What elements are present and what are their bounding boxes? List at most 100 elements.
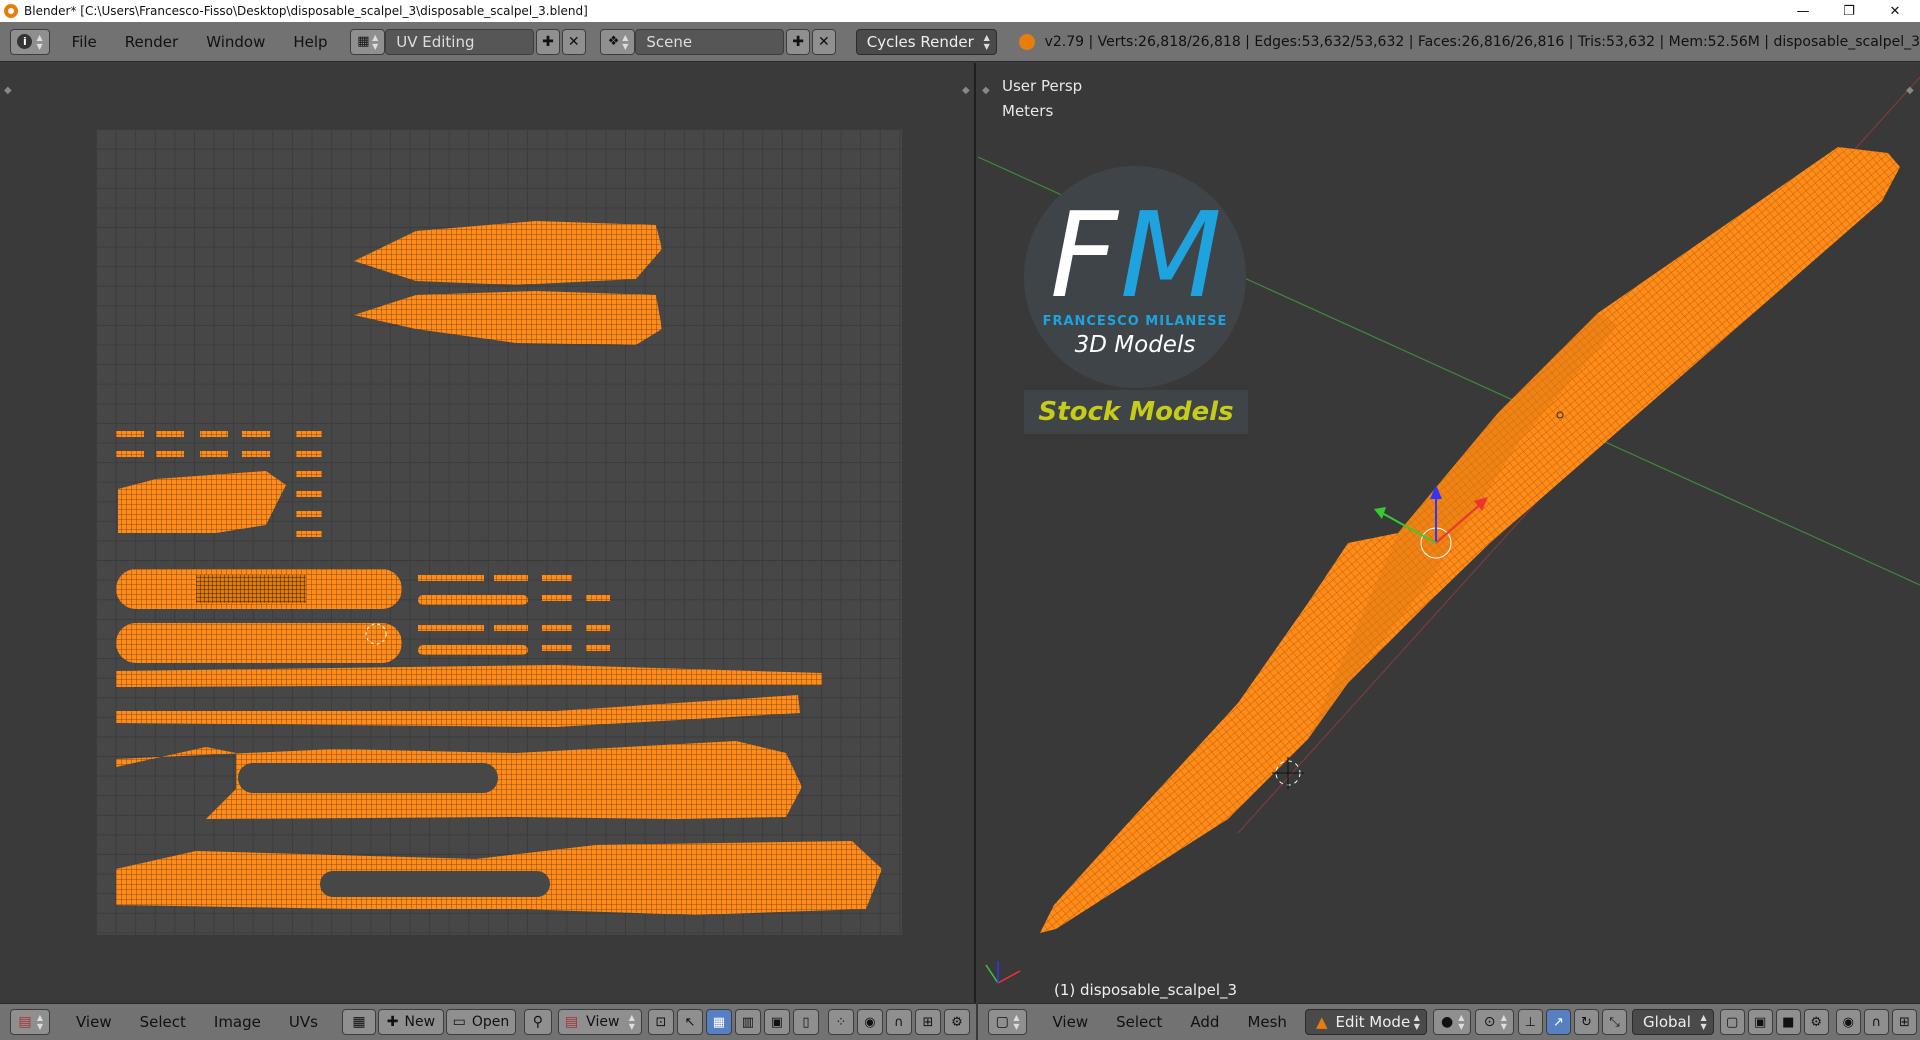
uv-island <box>320 871 550 897</box>
add-layout-button[interactable]: ✚ <box>536 28 560 55</box>
stock-models-badge: Stock Models <box>1024 390 1248 434</box>
snap-button[interactable]: ∩ <box>1863 1009 1889 1035</box>
uv-image-editor[interactable]: ◆ ◆ <box>0 63 976 1003</box>
snap-button[interactable]: ∩ <box>885 1009 912 1035</box>
active-object-label: (1) disposable_scalpel_3 <box>1054 981 1238 999</box>
menu-render[interactable]: Render <box>111 33 192 51</box>
chevron-updown-icon: ▲ ▼ <box>1013 1013 1020 1031</box>
scale-manipulator-button[interactable]: ⤡ <box>1601 1009 1628 1035</box>
window-titlebar: Blender* [C:\Users\Francesco-Fisso\Deskt… <box>0 0 1920 22</box>
logo-letter-f: F <box>1050 186 1118 324</box>
region-toggle-icon[interactable]: ◆ <box>982 85 990 96</box>
close-window-button[interactable]: ✕ <box>1872 0 1918 22</box>
add-scene-button[interactable]: ✚ <box>786 28 810 55</box>
edge-select-button[interactable]: ▥ <box>734 1009 761 1035</box>
face-select-icon: ▣ <box>770 1014 784 1030</box>
transform-orientation-dropdown[interactable]: Global ▲ ▼ <box>1632 1009 1714 1035</box>
proportional-icon: ◉ <box>1842 1014 1854 1030</box>
plus-icon: ✚ <box>542 33 554 50</box>
vp-menu-add[interactable]: Add <box>1176 1013 1233 1031</box>
scene-browse-button[interactable]: ❖ ▲ ▼ <box>599 28 636 55</box>
image-icon: ▦ <box>352 1014 366 1030</box>
scene-name-field[interactable]: Scene <box>635 28 785 55</box>
translate-manipulator-button[interactable]: ↗ <box>1545 1009 1571 1035</box>
minimize-button[interactable]: — <box>1780 0 1826 22</box>
plus-icon: ✚ <box>386 1014 399 1030</box>
island-select-button[interactable]: ▯ <box>792 1009 819 1035</box>
scale-icon: ⤡ <box>1609 1014 1620 1030</box>
face-select-button[interactable]: ▣ <box>763 1009 790 1035</box>
uv-editor-header: ▤ ▲ ▼ View Select Image UVs ▦ ✚ New ▭ Open … <box>0 1003 976 1040</box>
menu-window[interactable]: Window <box>192 33 279 51</box>
face-select-mode-button[interactable]: ■ <box>1775 1009 1801 1035</box>
proportional-edit-button[interactable]: ◉ <box>1835 1009 1861 1035</box>
chevron-updown-icon: ▲ ▼ <box>36 32 43 51</box>
menu-help[interactable]: Help <box>279 33 341 51</box>
vertex-select-button[interactable]: ▦ <box>705 1009 732 1035</box>
region-toggle-icon[interactable]: ◆ <box>962 85 970 96</box>
snap-target-button[interactable]: ⊞ <box>914 1009 941 1035</box>
pin-icon: ⚲ <box>532 1014 544 1030</box>
uv-grid-canvas[interactable] <box>96 129 902 935</box>
folder-icon: ▭ <box>452 1014 466 1030</box>
open-image-button[interactable]: ▭ Open <box>445 1009 516 1035</box>
render-engine-dropdown[interactable]: Cycles Render ▲ ▼ <box>855 28 997 55</box>
vertex-select-mode-button[interactable]: ▢ <box>1719 1009 1745 1035</box>
3d-viewport[interactable]: ◆ ◆ User Persp Meters F M FRANCESCO MILA… <box>978 63 1920 1003</box>
view-mode-label: View <box>586 1014 620 1030</box>
view-perspective-label: User Persp <box>1002 77 1083 95</box>
vp-menu-view[interactable]: View <box>1039 1013 1103 1031</box>
image-icon: ▤ <box>564 1014 579 1030</box>
uv-menu-select[interactable]: Select <box>126 1013 200 1031</box>
translate-icon: ↗ <box>1552 1014 1564 1030</box>
axis-gizmo-icon <box>985 961 1021 984</box>
layout-name-field[interactable]: UV Editing <box>385 28 535 55</box>
menu-file[interactable]: File <box>58 33 111 51</box>
manipulator-toggle-button[interactable]: ⊥ <box>1517 1009 1543 1035</box>
3d-view-icon: ▢ <box>995 1014 1009 1030</box>
scene-statistics: v2.79 | Verts:26,818/26,818 | Edges:53,6… <box>1044 33 1920 50</box>
uv-menu-uvs[interactable]: UVs <box>275 1013 332 1031</box>
proportional-edit-button[interactable]: ◉ <box>856 1009 883 1035</box>
snap-element-button[interactable]: ⊞ <box>1891 1009 1917 1035</box>
vp-menu-mesh[interactable]: Mesh <box>1233 1013 1301 1031</box>
new-image-button[interactable]: ✚ New <box>377 1009 444 1035</box>
uv-menu-view[interactable]: View <box>62 1013 126 1031</box>
sticky-mode-button[interactable]: ⁘ <box>827 1009 854 1035</box>
sync-selection-button[interactable]: ↖ <box>676 1009 703 1035</box>
shading-dropdown[interactable]: ● ▲ ▼ <box>1432 1009 1472 1035</box>
snap-element-icon: ⊞ <box>1898 1014 1910 1030</box>
remove-scene-button[interactable]: ✕ <box>811 28 836 55</box>
region-toggle-icon[interactable]: ◆ <box>4 85 12 96</box>
edge-select-mode-button[interactable]: ▣ <box>1747 1009 1773 1035</box>
pivot-button[interactable]: ⊡ <box>647 1009 674 1035</box>
editor-type-info-button[interactable]: i ▲ ▼ <box>10 28 50 55</box>
rotate-manipulator-button[interactable]: ↻ <box>1573 1009 1599 1035</box>
uv-island <box>196 575 306 603</box>
region-toggle-icon[interactable]: ◆ <box>1906 85 1914 96</box>
vp-menu-select[interactable]: Select <box>1102 1013 1176 1031</box>
units-label: Meters <box>1002 102 1054 120</box>
edit-mode-label: Edit Mode <box>1335 1013 1411 1031</box>
uv-extra-button[interactable]: ⚙ <box>943 1009 970 1035</box>
maximize-button[interactable]: ❐ <box>1826 0 1872 22</box>
magnet-icon: ∩ <box>894 1014 904 1030</box>
image-browse-button[interactable]: ▦ <box>341 1009 376 1035</box>
orientation-label: Global <box>1643 1013 1691 1031</box>
cursor-icon: ↖ <box>684 1014 696 1030</box>
uv-menu-image[interactable]: Image <box>200 1013 275 1031</box>
scene-icon: ❖ <box>607 34 620 49</box>
interaction-mode-dropdown[interactable]: ▲ Edit Mode ▲ ▼ <box>1304 1009 1427 1035</box>
remove-layout-button[interactable]: ✕ <box>561 28 586 55</box>
chevron-updown-icon: ▲ ▼ <box>1500 1013 1507 1031</box>
limit-selection-button[interactable]: ⚙ <box>1803 1009 1829 1035</box>
layout-browse-button[interactable]: ▦ ▲ ▼ <box>349 28 386 55</box>
pivot-dropdown[interactable]: ⊙ ▲ ▼ <box>1475 1009 1514 1035</box>
viewport-editor-type-button[interactable]: ▢ ▲ ▼ <box>988 1009 1027 1035</box>
limit-selection-icon: ⚙ <box>1810 1014 1823 1030</box>
mode-view-dropdown[interactable]: ▤ View ▲ ▼ <box>557 1009 642 1035</box>
editor-type-button[interactable]: ▤ ▲ ▼ <box>10 1009 50 1035</box>
pivot-icon: ⊡ <box>655 1014 667 1030</box>
pin-button[interactable]: ⚲ <box>523 1009 552 1035</box>
island-select-icon: ▯ <box>802 1014 810 1030</box>
